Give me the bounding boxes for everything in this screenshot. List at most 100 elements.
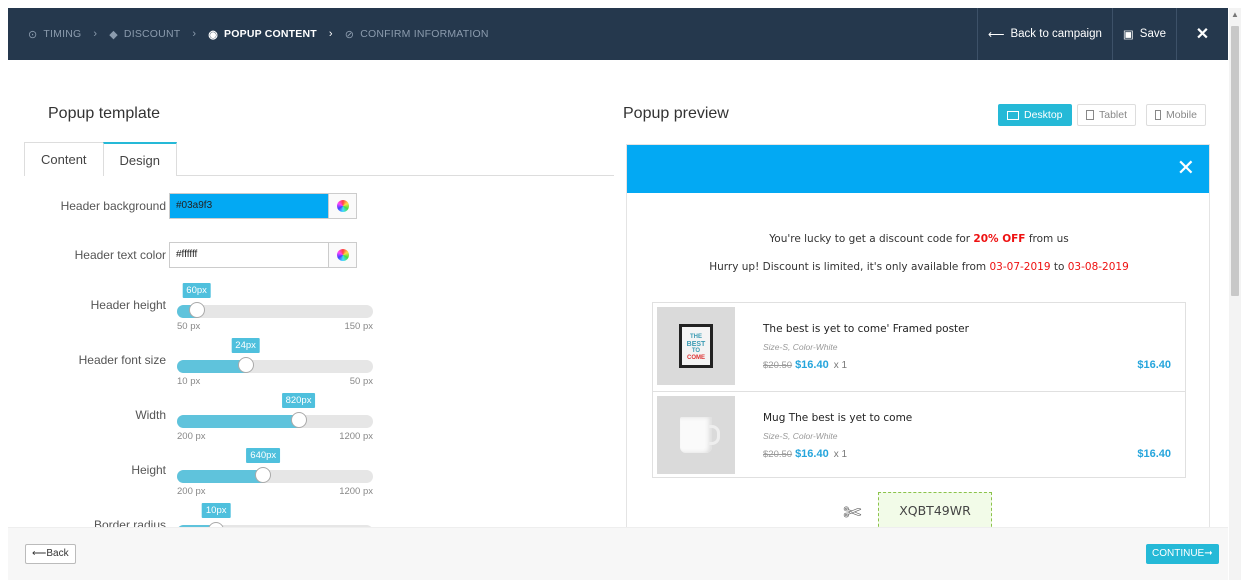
header-font-size-slider[interactable]: 24px 10 px 50 px [177,338,373,388]
header-background-input[interactable]: #03a9f3 [170,194,328,218]
product-total: $16.40 [1137,448,1171,460]
tab-design[interactable]: Design [102,142,178,176]
slider-range: 50 px 150 px [177,321,373,332]
back-button[interactable]: ⟵Back [25,544,76,564]
continue-button[interactable]: CONTINUE➞ [1146,544,1219,564]
scrollbar-thumb[interactable] [1231,26,1239,296]
poster-text: THE [690,334,702,340]
slider-track[interactable] [177,305,373,318]
coupon-code[interactable]: XQBT49WR [878,492,992,529]
clock-icon: ⊙ [28,28,38,41]
width-slider[interactable]: 820px 200 px 1200 px [177,393,373,443]
end-date: 03-08-2019 [1067,261,1129,273]
poster-text: TO [691,348,701,354]
desktop-icon [1007,110,1019,120]
slider-handle[interactable] [237,357,254,373]
header-background-label: Header background [60,199,166,213]
popup-header: ✕ [627,145,1209,193]
arrow-left-icon: ⟵ [32,548,47,559]
back-to-campaign-button[interactable]: ⟵ Back to campaign [976,8,1112,60]
slider-value: 24px [231,338,260,353]
color-wheel-icon [336,249,349,261]
color-picker-button[interactable] [328,243,356,267]
tablet-view-button[interactable]: Tablet [1077,104,1137,126]
poster-text: COME [687,355,705,361]
footer-bar: ⟵Back CONTINUE➞ [8,527,1228,580]
desktop-view-button[interactable]: Desktop [998,104,1072,126]
product-row: THE BEST TO COME The best is yet to come… [653,303,1185,391]
header-font-size-label: Header font size [78,353,166,367]
message-text: from us [1025,233,1069,245]
slider-fill [177,415,299,428]
height-slider[interactable]: 640px 200 px 1200 px [177,448,373,498]
slider-max: 150 px [344,321,373,332]
slider-min: 50 px [177,321,201,332]
mobile-view-button[interactable]: Mobile [1146,104,1206,126]
slider-max: 1200 px [339,486,373,497]
close-button[interactable]: ✕ [1176,8,1228,60]
popup-close-icon[interactable]: ✕ [1177,155,1195,181]
product-price: $20.50 $16.40 x 1 [763,359,847,371]
check-circle-icon: ⊘ [344,28,355,41]
product-variant: Size-S, Color-White [763,342,838,352]
step-confirm-information[interactable]: ⊘ CONFIRM INFORMATION [345,28,489,41]
slider-handle[interactable] [188,302,205,318]
color-wheel-icon [336,200,349,212]
slider-range: 200 px 1200 px [177,431,373,442]
header-text-color-input[interactable]: #ffffff [170,243,328,267]
tag-icon: ◆ [109,28,118,41]
step-popup-content[interactable]: ◉ POPUP CONTENT [208,28,317,41]
tablet-icon [1086,110,1094,120]
scroll-up-arrow-icon[interactable]: ▲ [1229,8,1241,22]
quantity: x 1 [833,360,848,371]
popup-message-line2: Hurry up! Discount is limited, it's only… [627,261,1209,273]
slider-max: 50 px [349,376,373,387]
chevron-right-icon: › [328,28,333,40]
continue-label: CONTINUE [1152,548,1205,559]
message-text: Hurry up! Discount is limited, it's only… [709,261,990,273]
poster-text: BEST [686,341,706,348]
step-timing[interactable]: ⊙ TIMING [28,28,81,41]
slider-track[interactable] [177,360,373,373]
floppy-disk-icon: ▣ [1122,29,1134,41]
color-picker-button[interactable] [328,194,356,218]
eye-icon: ◉ [208,28,219,41]
slider-max: 1200 px [339,431,373,442]
product-name: Mug The best is yet to come [763,412,913,424]
tab-content[interactable]: Content [24,142,104,176]
width-label: Width [135,408,166,422]
save-button[interactable]: ▣ Save [1111,8,1176,60]
slider-value: 10px [201,503,231,518]
step-discount[interactable]: ◆ DISCOUNT [109,28,180,41]
product-price: $20.50 $16.40 x 1 [763,448,847,460]
mug-image [680,417,720,453]
step-label: TIMING [43,28,82,40]
popup-preview: ✕ You're lucky to get a discount code fo… [626,144,1210,530]
header-text-color-field[interactable]: #ffffff [169,242,357,268]
slider-value: 640px [246,448,281,463]
slider-track[interactable] [177,470,373,483]
old-price: $20.50 [763,449,793,460]
chevron-right-icon: › [192,28,197,40]
slider-min: 200 px [177,431,206,442]
step-label: DISCOUNT [123,28,181,40]
poster-artwork: THE BEST TO COME [682,327,710,365]
slider-range: 200 px 1200 px [177,486,373,497]
tablet-label: Tablet [1099,109,1128,121]
height-label: Height [131,463,166,477]
mobile-label: Mobile [1166,109,1197,121]
product-list: THE BEST TO COME The best is yet to come… [652,302,1186,478]
header-background-field[interactable]: #03a9f3 [169,193,357,219]
slider-handle[interactable] [290,412,307,428]
old-price: $20.50 [763,360,793,371]
step-label: POPUP CONTENT [224,28,317,40]
slider-track[interactable] [177,415,373,428]
template-tabs: Content Design [24,142,614,176]
desktop-label: Desktop [1024,109,1063,121]
product-image [657,396,735,474]
page-scrollbar[interactable]: ▲ [1229,8,1241,580]
product-row: Mug The best is yet to come Size-S, Colo… [653,391,1185,479]
slider-min: 10 px [177,376,201,387]
header-height-slider[interactable]: 60px 50 px 150 px [177,283,373,333]
new-price: $16.40 [795,448,829,460]
